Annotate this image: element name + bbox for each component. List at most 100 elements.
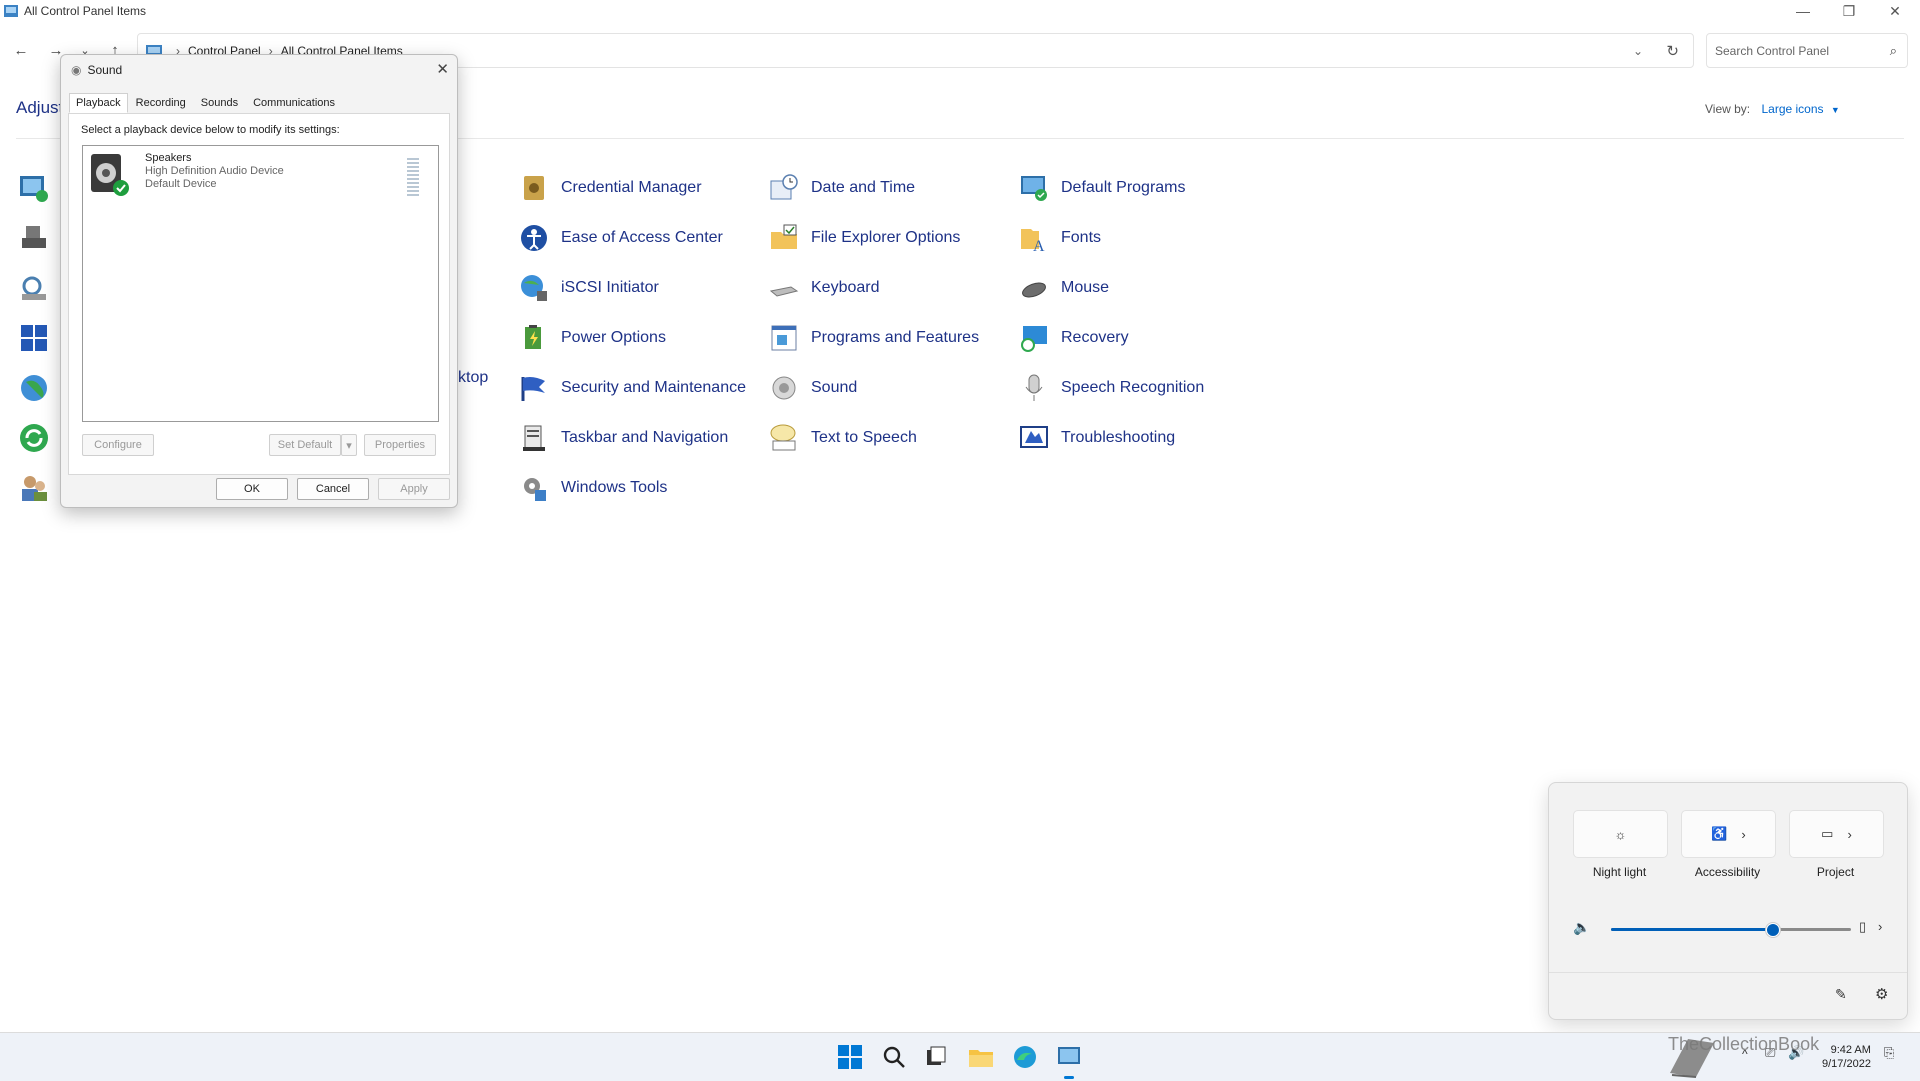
- item-default-programs[interactable]: Default Programs: [1019, 170, 1186, 206]
- clock[interactable]: 9:42 AM 9/17/2022: [1822, 1043, 1871, 1071]
- partial-item-label[interactable]: ktop: [458, 369, 488, 387]
- speaker-icon: ◉: [71, 63, 82, 77]
- item-label: Default Programs: [1061, 179, 1186, 196]
- item-troubleshooting[interactable]: Troubleshooting: [1019, 420, 1175, 456]
- keyboard-icon: [769, 286, 799, 297]
- item-keyboard[interactable]: Keyboard: [769, 270, 880, 306]
- item-date-time[interactable]: Date and Time: [769, 170, 915, 206]
- item-taskbar-navigation[interactable]: Taskbar and Navigation: [519, 420, 728, 456]
- task-view-icon[interactable]: [924, 1044, 950, 1070]
- playback-panel: Select a playback device below to modify…: [68, 113, 450, 475]
- back-arrow-icon[interactable]: ←: [11, 41, 31, 59]
- accessibility-icon: [521, 225, 547, 251]
- item-label: Recovery: [1061, 329, 1129, 346]
- network-sharing-icon[interactable]: [18, 322, 50, 354]
- accessibility-icon: ♿: [1711, 826, 1728, 841]
- device-name: Speakers: [145, 152, 192, 164]
- refresh-icon[interactable]: ↻: [1666, 42, 1679, 60]
- item-sound[interactable]: Sound: [769, 370, 857, 406]
- notification-icon[interactable]: ⎘: [1884, 1045, 1894, 1061]
- chevron-down-icon[interactable]: ▼: [1831, 105, 1840, 115]
- ok-button[interactable]: OK: [216, 478, 288, 500]
- vault-icon: [524, 176, 544, 200]
- address-dropdown-icon[interactable]: ⌄: [1633, 44, 1643, 58]
- edge-browser-icon[interactable]: [1012, 1044, 1038, 1070]
- item-label: Taskbar and Navigation: [561, 429, 729, 446]
- user-accounts-icon[interactable]: [18, 472, 50, 504]
- item-fonts[interactable]: A Fonts: [1019, 220, 1101, 256]
- device-list[interactable]: Speakers High Definition Audio Device De…: [82, 145, 439, 422]
- edit-pencil-icon[interactable]: ✎: [1835, 986, 1847, 1003]
- gear-tools-icon: [524, 478, 546, 501]
- minimize-button[interactable]: —: [1780, 0, 1826, 22]
- configure-button[interactable]: Configure: [82, 434, 154, 456]
- view-by-label: View by:: [1705, 102, 1751, 116]
- night-light-label: Night light: [1592, 865, 1647, 879]
- dialog-close-icon[interactable]: ✕: [436, 60, 449, 78]
- item-text-to-speech[interactable]: Text to Speech: [769, 420, 917, 456]
- item-iscsi-initiator[interactable]: iSCSI Initiator: [519, 270, 659, 306]
- chevron-right-icon: ›: [1741, 826, 1746, 842]
- item-credential-manager[interactable]: Credential Manager: [519, 170, 702, 206]
- gear-icon[interactable]: ⚙: [1875, 985, 1888, 1003]
- date: 9/17/2022: [1822, 1058, 1871, 1070]
- item-ease-of-access[interactable]: Ease of Access Center: [519, 220, 723, 256]
- tab-sounds[interactable]: Sounds: [194, 93, 245, 113]
- view-by-dropdown[interactable]: Large icons: [1761, 102, 1823, 116]
- device-status: Default Device: [145, 178, 217, 190]
- indexing-options-icon[interactable]: [18, 272, 50, 304]
- cancel-button[interactable]: Cancel: [297, 478, 369, 500]
- list-item[interactable]: Speakers High Definition Audio Device De…: [89, 152, 429, 204]
- item-security-maintenance[interactable]: Security and Maintenance: [519, 370, 746, 406]
- set-default-dropdown-icon[interactable]: ▾: [341, 434, 357, 456]
- devices-printers-icon[interactable]: [18, 222, 50, 254]
- properties-button[interactable]: Properties: [364, 434, 436, 456]
- accessibility-tile[interactable]: ♿ ›: [1681, 810, 1776, 858]
- autoplay-icon[interactable]: [18, 172, 50, 204]
- dialog-title: Sound: [87, 63, 123, 77]
- item-programs-features[interactable]: Programs and Features: [769, 320, 979, 356]
- svg-text:A: A: [1033, 238, 1045, 253]
- project-tile[interactable]: ▭ ›: [1789, 810, 1884, 858]
- tab-communications[interactable]: Communications: [246, 93, 342, 113]
- item-mouse[interactable]: Mouse: [1019, 270, 1109, 306]
- sync-center-icon[interactable]: [18, 422, 50, 454]
- flag-icon: [521, 377, 545, 401]
- time: 9:42 AM: [1830, 1044, 1871, 1056]
- page-title: Adjust: [16, 98, 64, 117]
- item-label: Sound: [811, 379, 858, 396]
- tab-playback[interactable]: Playback: [69, 93, 128, 113]
- restore-button[interactable]: ❐: [1826, 0, 1872, 22]
- close-button[interactable]: ✕: [1872, 0, 1918, 22]
- apply-button[interactable]: Apply: [378, 478, 450, 500]
- search-icon[interactable]: [881, 1044, 907, 1070]
- tab-recording[interactable]: Recording: [129, 93, 193, 113]
- region-icon[interactable]: [18, 372, 50, 404]
- item-label: iSCSI Initiator: [561, 279, 659, 296]
- search-icon[interactable]: ⌕: [1890, 43, 1897, 59]
- programs-icon: [771, 325, 797, 351]
- speaker-device-icon: [89, 152, 129, 196]
- volume-slider[interactable]: [1611, 923, 1851, 937]
- item-label: Windows Tools: [561, 479, 668, 496]
- item-label: Date and Time: [811, 179, 916, 196]
- item-recovery[interactable]: Recovery: [1019, 320, 1129, 356]
- search-input[interactable]: Search Control Panel ⌕: [1706, 33, 1908, 68]
- night-light-toggle[interactable]: ☼: [1573, 810, 1668, 858]
- item-speech-recognition[interactable]: Speech Recognition: [1019, 370, 1204, 406]
- chevron-right-icon[interactable]: ›: [1878, 919, 1882, 934]
- recovery-icon: [1021, 326, 1047, 352]
- start-windows-icon[interactable]: [837, 1044, 863, 1070]
- set-default-button[interactable]: Set Default: [269, 434, 341, 456]
- item-windows-tools[interactable]: Windows Tools: [519, 470, 667, 506]
- item-file-explorer-options[interactable]: File Explorer Options: [769, 220, 960, 256]
- taskbar-icon: [523, 425, 545, 451]
- control-panel-taskbar-icon[interactable]: [1056, 1044, 1082, 1070]
- item-power-options[interactable]: Power Options: [519, 320, 666, 356]
- volume-slider-thumb[interactable]: [1765, 923, 1780, 937]
- volume-icon[interactable]: 🔈: [1573, 919, 1590, 936]
- audio-output-icon[interactable]: ▯: [1859, 919, 1866, 935]
- file-explorer-icon[interactable]: [968, 1044, 994, 1070]
- volume-level-meter: [407, 158, 419, 198]
- battery-icon: [525, 325, 541, 349]
